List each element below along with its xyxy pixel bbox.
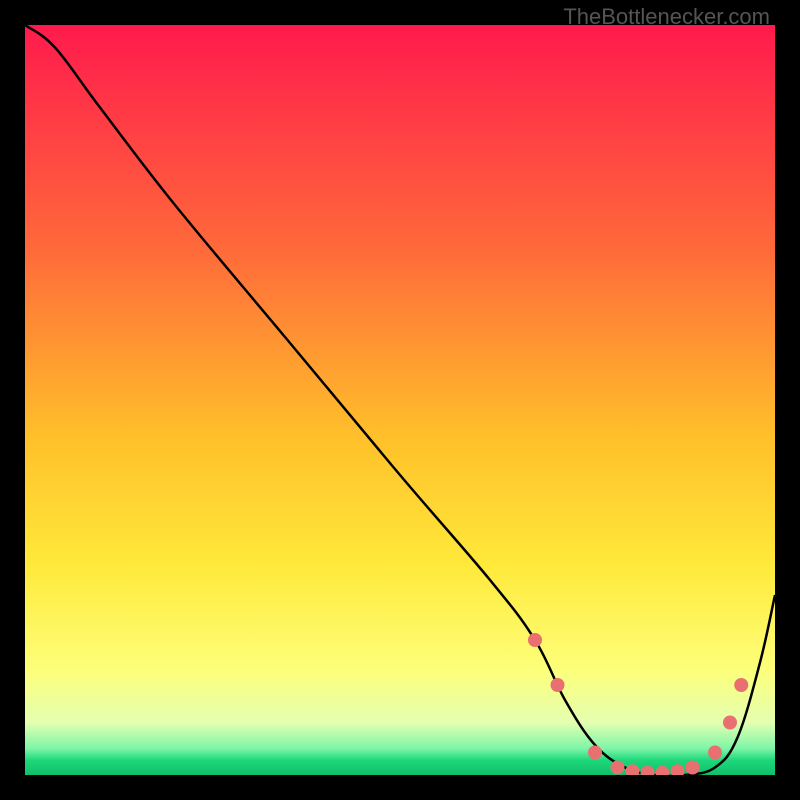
threshold-marker — [611, 761, 625, 775]
chart-plot-area — [25, 25, 775, 775]
threshold-marker — [588, 746, 602, 760]
curve-overlay — [25, 25, 775, 775]
threshold-marker — [686, 761, 700, 775]
threshold-marker — [641, 766, 655, 775]
threshold-marker — [528, 633, 542, 647]
bottleneck-curve — [25, 25, 775, 775]
threshold-markers — [528, 633, 748, 775]
threshold-marker — [723, 716, 737, 730]
threshold-marker — [551, 678, 565, 692]
threshold-marker — [656, 766, 670, 775]
threshold-marker — [708, 746, 722, 760]
threshold-marker — [734, 678, 748, 692]
threshold-marker — [626, 764, 640, 775]
threshold-marker — [671, 764, 685, 775]
watermark-label: TheBottlenecker.com — [563, 4, 770, 30]
